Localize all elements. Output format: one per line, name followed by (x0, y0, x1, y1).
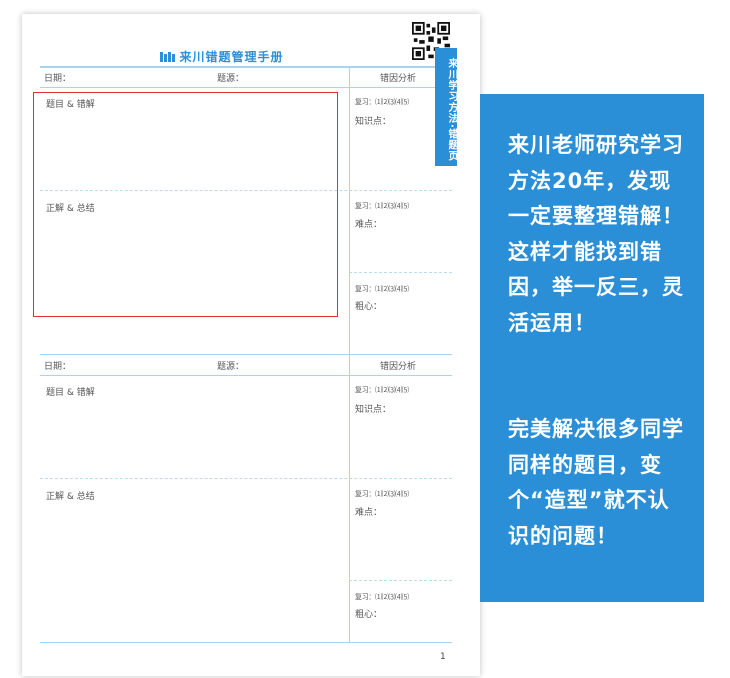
section-rule (40, 354, 452, 355)
divider (349, 272, 452, 273)
column-divider (349, 67, 350, 354)
careless-field: 粗心： (355, 302, 383, 312)
knowledge-point-field: 知识点： (355, 117, 392, 127)
knowledge-point-field: 知识点： (355, 405, 392, 415)
review-checkboxes[interactable]: 复习：⑴⑵⑶⑷⑸ (355, 489, 409, 499)
panel-paragraph-2: 完美解决很多同学同样的题目，变个“造型”就不认识的问题！ (508, 417, 684, 548)
title-rule (40, 66, 452, 68)
review-checkboxes[interactable]: 复习：⑴⑵⑶⑷⑸ (355, 97, 409, 107)
analysis-header: 错因分析 (380, 74, 417, 84)
answer-label: 正解 & 总结 (46, 492, 95, 502)
info-panel: 来川老师研究学习方法20年，发现一定要整理错解！这样才能找到错因，举一反三，灵活… (480, 94, 704, 602)
header-rule (40, 87, 452, 88)
book-title-text: 来川错题管理手册 (179, 50, 284, 64)
date-label: 日期： (44, 74, 72, 84)
difficulty-field: 难点： (355, 220, 383, 230)
difficulty-field: 难点： (355, 508, 383, 518)
date-label: 日期： (44, 362, 72, 372)
review-checkboxes[interactable]: 复习：⑴⑵⑶⑷⑸ (355, 201, 409, 211)
highlight-box (33, 92, 338, 317)
review-checkboxes[interactable]: 复习：⑴⑵⑶⑷⑸ (355, 592, 409, 602)
column-divider (349, 354, 350, 642)
source-label: 题源： (217, 362, 245, 372)
side-tab: 来川学习方法·错题页 (435, 48, 457, 166)
header-rule (40, 375, 452, 376)
divider (349, 580, 452, 581)
panel-paragraph-1: 来川老师研究学习方法20年，发现一定要整理错解！这样才能找到错因，举一反三，灵活… (508, 133, 684, 335)
page-number: 1 (440, 652, 446, 662)
review-checkboxes[interactable]: 复习：⑴⑵⑶⑷⑸ (355, 284, 409, 294)
book-title: 来川错题管理手册 (22, 48, 422, 65)
divider (40, 478, 452, 479)
logo-icon (160, 52, 176, 62)
analysis-header: 错因分析 (380, 362, 417, 372)
careless-field: 粗心： (355, 610, 383, 620)
source-label: 题源： (217, 74, 245, 84)
question-label: 题目 & 错解 (46, 388, 95, 398)
review-checkboxes[interactable]: 复习：⑴⑵⑶⑷⑸ (355, 385, 409, 395)
bottom-rule (40, 642, 452, 643)
